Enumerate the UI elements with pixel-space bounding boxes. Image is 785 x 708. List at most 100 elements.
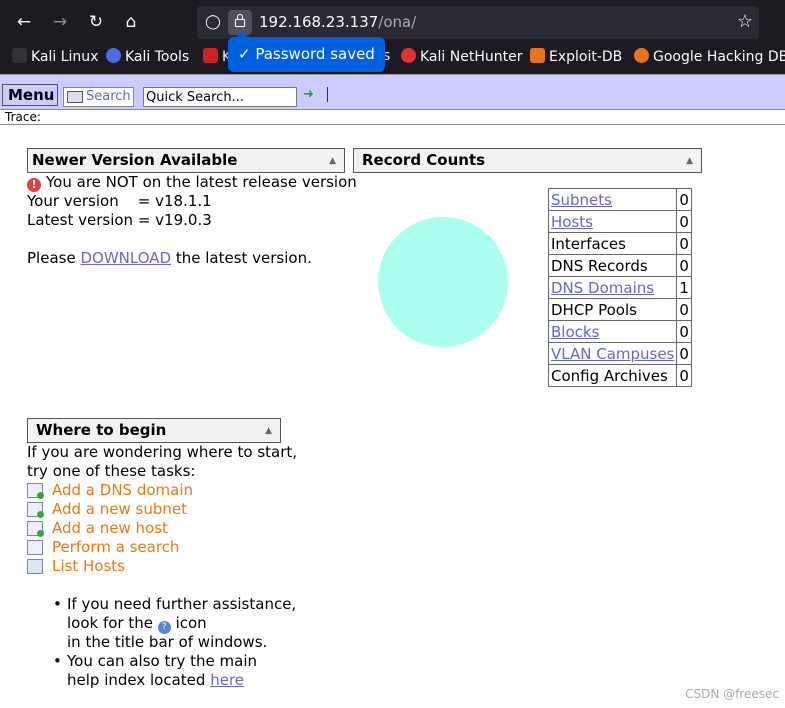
forward-icon[interactable]: → <box>48 10 72 34</box>
password-saved-toast: ✓ Password saved <box>228 37 385 72</box>
latest-version: Latest version = v19.0.3 <box>27 211 212 229</box>
record-count: 0 <box>676 320 692 343</box>
url-text[interactable]: 192.168.23.137/ona/ <box>259 13 416 31</box>
record-label: Interfaces <box>551 234 626 253</box>
back-icon[interactable]: ← <box>12 10 36 34</box>
record-label[interactable]: Subnets <box>551 191 612 209</box>
exploit-db-icon <box>530 48 545 63</box>
table-row: Config Archives 0 <box>547 364 692 387</box>
record-label-cell: Subnets <box>547 188 678 211</box>
task-add-subnet[interactable]: Add a new subnet <box>27 500 187 519</box>
warning-icon: ! <box>27 178 41 192</box>
record-label: DHCP Pools <box>551 300 637 319</box>
bookmarks-bar: Kali Linux Kali Tools K s Kali NetHunter… <box>0 44 785 72</box>
browser-chrome: ← → ↻ ⌂ ◯ 192.168.23.137/ona/ ☆ Kali Lin… <box>0 0 785 74</box>
check-icon: ✓ <box>238 45 251 63</box>
record-label-cell: Hosts <box>547 210 678 233</box>
ghdb-icon <box>634 48 649 63</box>
bookmark-exploit-db[interactable]: Exploit-DB <box>530 48 622 65</box>
version-panel-title: Newer Version Available <box>32 151 238 169</box>
bookmark-kali-docs[interactable]: K <box>203 48 231 65</box>
download-line: Please DOWNLOAD the latest version. <box>27 249 312 267</box>
download-link[interactable]: DOWNLOAD <box>80 249 171 267</box>
add-domain-icon <box>27 483 44 499</box>
record-label-cell: Blocks <box>547 320 678 343</box>
bookmark-kali-tools[interactable]: Kali Tools <box>106 48 189 65</box>
help-text: help index located here <box>67 671 245 689</box>
bookmark-kali-nethunter[interactable]: Kali NetHunter <box>401 48 522 65</box>
go-arrow-icon[interactable]: ➜ <box>303 87 314 102</box>
record-count: 0 <box>676 210 692 233</box>
trace-bar: Trace: <box>0 110 785 125</box>
kali-tools-icon <box>106 48 121 63</box>
reload-icon[interactable]: ↻ <box>84 10 108 34</box>
shield-icon[interactable]: ◯ <box>203 12 223 32</box>
help-index-link[interactable]: here <box>210 671 244 689</box>
url-bar[interactable]: ◯ 192.168.23.137/ona/ ☆ <box>197 6 759 39</box>
table-row: Hosts 0 <box>547 210 692 233</box>
star-icon[interactable]: ☆ <box>737 11 753 32</box>
help-text: look for the ? icon <box>67 614 207 634</box>
version-panel-header[interactable]: Newer Version Available ▲ <box>27 148 345 173</box>
search-icon <box>67 91 83 103</box>
record-count: 0 <box>676 188 692 211</box>
begin-panel-title: Where to begin <box>36 421 167 439</box>
search-button[interactable]: Search <box>63 87 134 107</box>
record-label-cell: Config Archives <box>547 364 678 387</box>
task-list-hosts[interactable]: List Hosts <box>27 557 125 576</box>
record-label-cell: VLAN Campuses <box>547 342 678 365</box>
kali-icon <box>12 48 27 63</box>
record-label-cell: DHCP Pools <box>547 298 678 321</box>
record-count: 0 <box>676 254 692 277</box>
record-label: DNS Records <box>551 256 648 275</box>
help-text: If you need further assistance, <box>67 595 297 613</box>
record-label[interactable]: Blocks <box>551 323 599 341</box>
task-add-dns-domain[interactable]: Add a DNS domain <box>27 481 193 500</box>
task-perform-search[interactable]: Perform a search <box>27 538 179 557</box>
task-add-host[interactable]: Add a new host <box>27 519 168 538</box>
app-toolbar: Menu Search ➜ <box>0 74 785 110</box>
record-label-cell: DNS Domains <box>547 276 678 299</box>
record-count: 0 <box>676 232 692 255</box>
table-row: DNS Records 0 <box>547 254 692 277</box>
collapse-icon[interactable]: ▲ <box>265 420 272 443</box>
home-icon[interactable]: ⌂ <box>119 10 143 34</box>
add-subnet-icon <box>27 502 44 518</box>
your-version: Your version = v18.1.1 <box>27 192 212 210</box>
record-counts-header[interactable]: Record Counts ▲ <box>353 148 702 173</box>
bookmark-google-hacking-db[interactable]: Google Hacking DB <box>634 48 785 65</box>
list-icon <box>27 559 43 574</box>
watermark: CSDN @freesec <box>685 687 779 701</box>
record-label[interactable]: DNS Domains <box>551 279 654 297</box>
version-warning: ! You are NOT on the latest release versi… <box>27 173 357 192</box>
begin-panel-header[interactable]: Where to begin ▲ <box>27 418 281 443</box>
collapse-icon[interactable]: ▲ <box>686 150 693 173</box>
toolbar-divider <box>327 87 328 102</box>
record-label: Config Archives <box>551 366 668 385</box>
help-text: in the title bar of windows. <box>67 633 268 651</box>
record-label[interactable]: Hosts <box>551 213 593 231</box>
record-count: 0 <box>676 298 692 321</box>
table-row: Subnets 0 <box>547 188 692 211</box>
table-row: Blocks 0 <box>547 320 692 343</box>
record-label[interactable]: VLAN Campuses <box>551 345 674 363</box>
search-icon <box>27 540 43 555</box>
record-counts-pie <box>378 217 508 347</box>
table-row: VLAN Campuses 0 <box>547 342 692 365</box>
record-count: 1 <box>676 276 692 299</box>
kali-docs-icon <box>203 48 218 63</box>
nethunter-icon <box>401 48 416 63</box>
collapse-icon[interactable]: ▲ <box>329 150 336 173</box>
record-counts-title: Record Counts <box>362 151 486 169</box>
record-label-cell: DNS Records <box>547 254 678 277</box>
begin-intro-2: try one of these tasks: <box>27 462 196 480</box>
record-count: 0 <box>676 342 692 365</box>
table-row: DNS Domains 1 <box>547 276 692 299</box>
record-label-cell: Interfaces <box>547 232 678 255</box>
quick-search-input[interactable] <box>143 87 297 107</box>
bookmark-kali-linux[interactable]: Kali Linux <box>12 48 98 65</box>
add-host-icon <box>27 521 44 537</box>
help-text: You can also try the main <box>67 652 258 670</box>
record-count: 0 <box>676 364 692 387</box>
menu-button[interactable]: Menu <box>2 84 58 106</box>
